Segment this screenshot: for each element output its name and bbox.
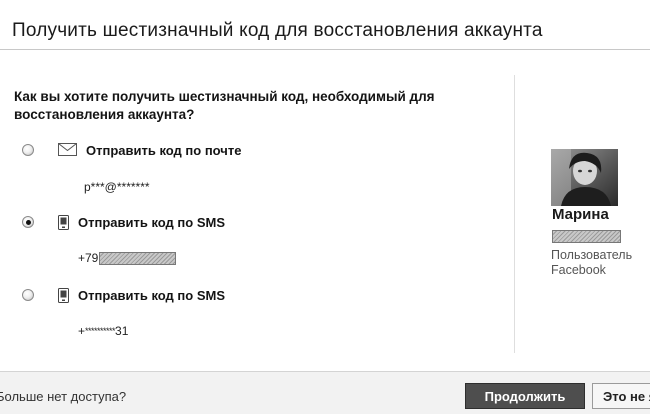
phone-icon <box>58 215 69 235</box>
option-email-label: Отправить код по почте <box>86 143 242 158</box>
option-sms-1-value: +79 <box>78 251 177 266</box>
phone-prefix: +79 <box>78 251 99 265</box>
radio-email[interactable] <box>22 144 34 156</box>
not-me-button[interactable]: Это не я <box>592 383 650 409</box>
phone-mask: ********** <box>85 326 116 336</box>
option-email-value: p***@******* <box>84 180 150 194</box>
radio-sms-1[interactable] <box>22 216 34 228</box>
phone-redaction <box>99 252 177 266</box>
phone-prefix: + <box>78 324 86 338</box>
phone-suffix: 31 <box>115 324 129 338</box>
profile-redaction <box>552 230 621 243</box>
no-access-link[interactable]: Больше нет доступа? <box>0 389 126 404</box>
dialog-title: Получить шестизначный код для восстановл… <box>12 20 543 41</box>
profile-name: Марина <box>552 206 609 223</box>
column-divider <box>514 75 515 353</box>
avatar <box>551 149 618 206</box>
option-sms-1-label: Отправить код по SMS <box>78 215 225 230</box>
recovery-question: Как вы хотите получить шестизначный код,… <box>14 89 435 122</box>
phone-icon <box>58 288 69 308</box>
continue-button[interactable]: Продолжить <box>465 383 585 409</box>
profile-subtitle: Пользователь Facebook <box>551 248 633 277</box>
radio-sms-2[interactable] <box>22 289 34 301</box>
option-sms-2-value: +**********31 <box>78 324 128 338</box>
title-divider <box>0 49 650 50</box>
option-sms-2-label: Отправить код по SMS <box>78 288 225 303</box>
dialog-footer: Больше нет доступа? Продолжить Это не я <box>0 371 650 414</box>
mail-icon <box>58 143 77 161</box>
